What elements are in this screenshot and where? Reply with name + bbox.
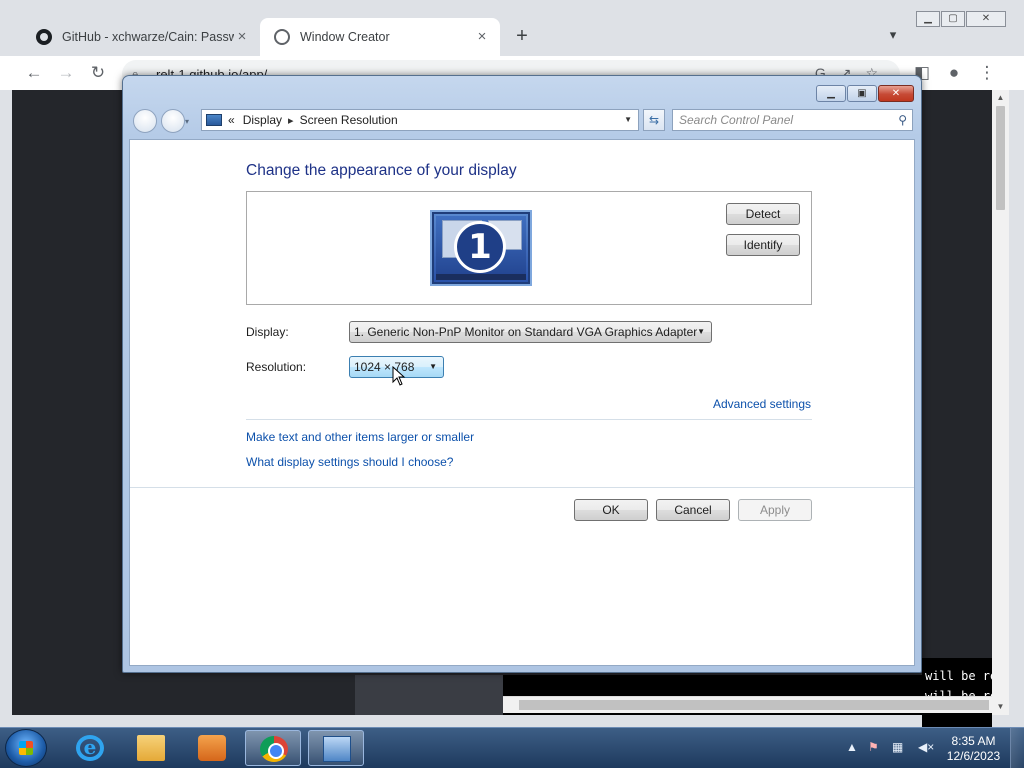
scroll-up-icon[interactable]: ▲ [992, 91, 1009, 105]
horizontal-scrollbar[interactable] [503, 696, 1006, 713]
detect-button[interactable]: Detect [726, 203, 800, 225]
window-close-button[interactable]: ✕ [878, 85, 914, 102]
chevron-down-icon[interactable]: ▼ [429, 357, 437, 377]
monitor-number: 1 [454, 221, 506, 273]
window-minimize-button[interactable]: ▁ [816, 85, 846, 102]
display-select-value[interactable]: 1. Generic Non-PnP Monitor on Standard V… [354, 325, 697, 339]
taskbar: e ▲ ⚑ ▦ ◀× 8:35 AM 12/6/2023 [0, 727, 1024, 768]
window-maximize-button[interactable]: ▣ [847, 85, 877, 102]
taskbar-chrome[interactable] [245, 730, 301, 766]
reload-icon[interactable]: ↻ [86, 61, 110, 85]
divider [130, 487, 914, 488]
breadcrumb-screen-resolution[interactable]: Screen Resolution [300, 113, 398, 127]
clock[interactable]: 8:35 AM 12/6/2023 [946, 734, 1001, 764]
github-icon [36, 29, 52, 45]
refresh-button[interactable]: ⇆ [643, 109, 665, 131]
globe-icon [274, 29, 290, 45]
show-hidden-icons-icon[interactable]: ▲ [846, 740, 858, 754]
folder-icon [137, 735, 165, 761]
back-button[interactable] [133, 109, 157, 133]
profile-avatar-icon[interactable]: ● [942, 61, 966, 85]
nav-buttons [131, 107, 191, 135]
taskbar-media-player[interactable] [184, 730, 240, 766]
control-panel-icon [323, 736, 351, 762]
tab-title: GitHub - xchwarze/Cain: Password [62, 30, 234, 44]
resolution-label: Resolution: [246, 360, 307, 374]
start-button[interactable] [5, 729, 47, 767]
show-desktop-button[interactable] [1010, 728, 1024, 768]
dialog-content: Change the appearance of your display 1 … [129, 139, 915, 666]
display-help-link[interactable]: What display settings should I choose? [246, 455, 453, 469]
taskbar-internet-explorer[interactable]: e [62, 730, 118, 766]
close-tab-icon[interactable]: × [234, 29, 250, 45]
clock-date[interactable]: 12/6/2023 [946, 749, 1001, 764]
maximize-button[interactable]: ▢ [941, 11, 965, 27]
control-panel-icon [206, 114, 222, 126]
text-size-link[interactable]: Make text and other items larger or smal… [246, 430, 474, 444]
taskbar-control-panel[interactable] [308, 730, 364, 766]
close-button[interactable]: ✕ [966, 11, 1006, 27]
breadcrumb-separator-icon[interactable]: ▸ [288, 114, 294, 127]
cancel-button[interactable]: Cancel [656, 499, 730, 521]
back-arrow-icon[interactable]: ← [22, 61, 46, 85]
mini-taskbar [436, 274, 526, 280]
screen-resolution-window: ▁ ▣ ✕ ▾ « Display ▸ Screen Resolution ▼ … [122, 75, 922, 673]
tab-title: Window Creator [300, 30, 390, 44]
apply-button[interactable]: Apply [738, 499, 812, 521]
divider [246, 419, 812, 420]
menu-kebab-icon[interactable]: ⋮ [975, 61, 999, 85]
scroll-thumb[interactable] [996, 106, 1005, 210]
network-icon[interactable]: ▦ [892, 740, 903, 754]
page-panel [355, 675, 503, 715]
tab-search-chevron-icon[interactable]: ▾ [884, 26, 902, 44]
page-title: Change the appearance of your display [246, 162, 517, 179]
action-center-flag-icon[interactable]: ⚑ [868, 740, 879, 754]
breadcrumb-overflow-icon[interactable]: « [228, 113, 235, 127]
minimize-button[interactable]: ▁ [916, 11, 940, 27]
tab-strip: GitHub - xchwarze/Cain: Password × Windo… [0, 0, 1024, 56]
clock-time[interactable]: 8:35 AM [946, 734, 1001, 749]
advanced-settings-link[interactable]: Advanced settings [713, 397, 811, 411]
volume-icon[interactable]: ◀× [918, 740, 934, 754]
search-box[interactable]: ⚲ [672, 109, 913, 131]
search-icon[interactable]: ⚲ [898, 113, 907, 127]
identify-button[interactable]: Identify [726, 234, 800, 256]
tab-github[interactable]: GitHub - xchwarze/Cain: Password × [22, 18, 260, 56]
chrome-icon [260, 736, 288, 762]
new-tab-button[interactable]: + [511, 26, 533, 48]
system-tray: ▲ ⚑ ▦ ◀× [840, 728, 946, 768]
monitor-preview-area: 1 Detect Identify [246, 191, 812, 305]
chevron-down-icon[interactable]: ▼ [697, 322, 705, 342]
forward-button[interactable] [161, 109, 185, 133]
monitor-icon[interactable]: 1 [430, 210, 532, 286]
forward-arrow-icon[interactable]: → [54, 61, 78, 85]
display-label: Display: [246, 325, 289, 339]
vertical-scrollbar[interactable]: ▲ ▼ [992, 90, 1009, 715]
internet-explorer-icon: e [76, 735, 104, 761]
taskbar-windows-explorer[interactable] [123, 730, 179, 766]
ok-button[interactable]: OK [574, 499, 648, 521]
media-player-icon [198, 735, 226, 761]
search-input[interactable] [673, 110, 883, 130]
control-panel-address-bar[interactable]: « Display ▸ Screen Resolution ▼ [201, 109, 639, 131]
terminal-line: will be re [925, 669, 992, 683]
scroll-thumb[interactable] [519, 700, 989, 710]
scroll-down-icon[interactable]: ▼ [992, 700, 1009, 714]
address-dropdown-icon[interactable]: ▼ [624, 115, 632, 124]
breadcrumb-display[interactable]: Display [243, 113, 282, 127]
display-select[interactable]: 1. Generic Non-PnP Monitor on Standard V… [349, 321, 712, 343]
recent-pages-chevron-icon[interactable]: ▾ [185, 117, 189, 126]
close-tab-icon[interactable]: × [474, 29, 490, 45]
tab-window-creator[interactable]: Window Creator × [260, 18, 500, 56]
